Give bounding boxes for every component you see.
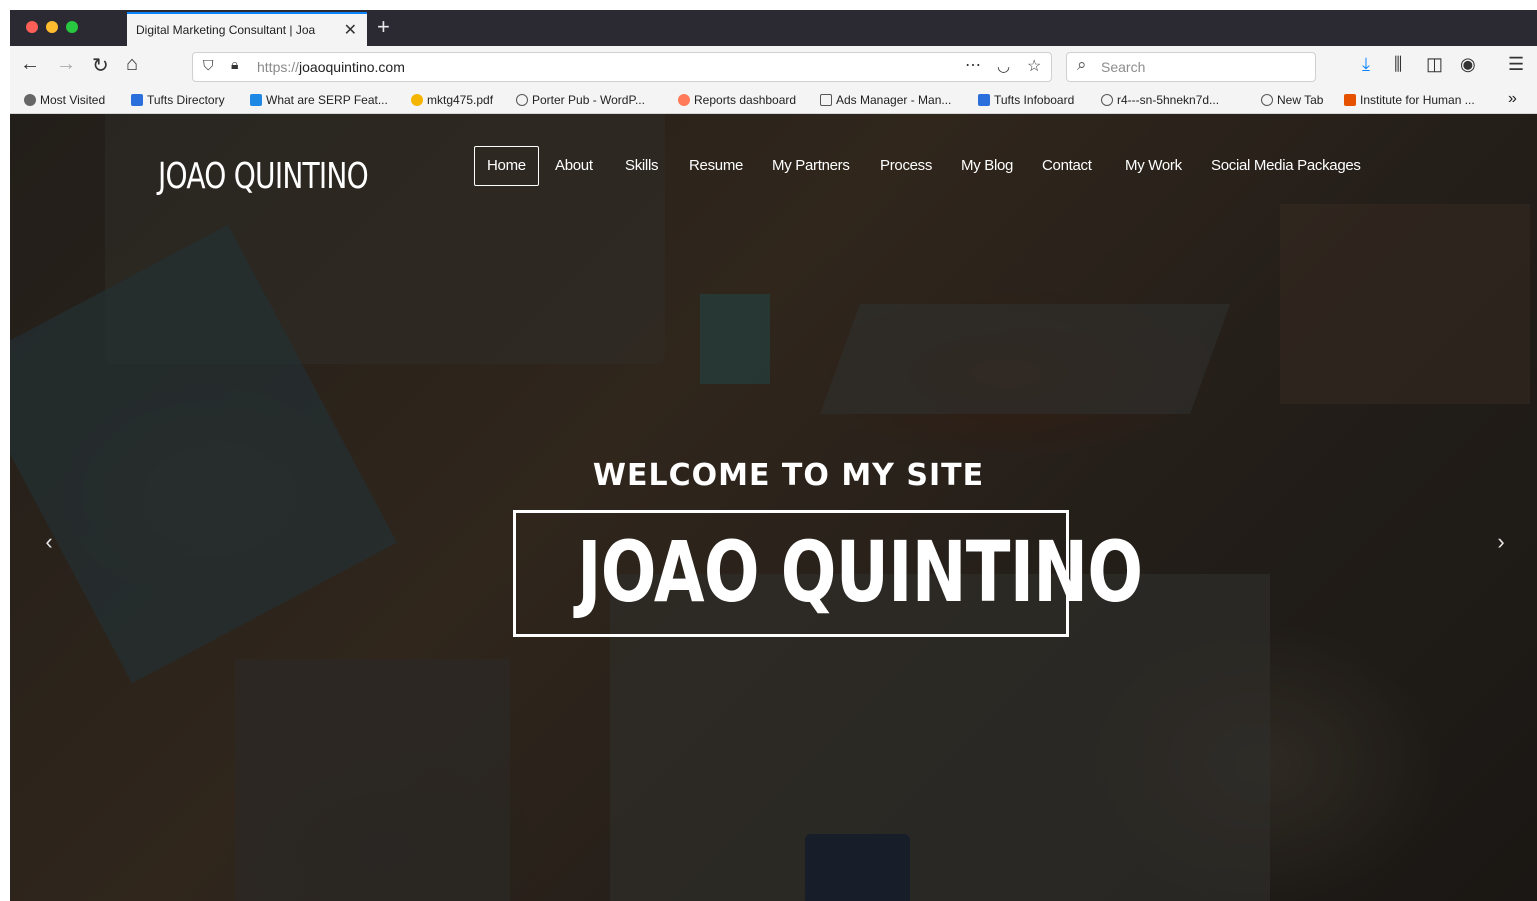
- forward-button[interactable]: →: [56, 53, 76, 76]
- bookmark-label: Ads Manager - Man...: [836, 93, 952, 107]
- pocket-icon[interactable]: ◡: [997, 57, 1010, 75]
- bookmark-label: Tufts Infoboard: [994, 93, 1075, 107]
- hero-kicker: WELCOME TO MY SITE: [592, 458, 985, 493]
- tufts-icon: [131, 94, 143, 106]
- globe-icon: [1261, 94, 1273, 106]
- bookmark-label: What are SERP Feat...: [266, 93, 388, 107]
- bookmark-item[interactable]: What are SERP Feat...: [250, 93, 388, 107]
- ads-icon: [820, 94, 832, 106]
- menu-item-my-blog[interactable]: My Blog: [949, 146, 1025, 186]
- hero-title-box: JOAO QUINTINO: [513, 510, 1143, 637]
- bookmark-label: Institute for Human ...: [1360, 93, 1475, 107]
- search-icon: ⌕: [1077, 55, 1087, 74]
- menu-item-my-work[interactable]: My Work: [1113, 146, 1194, 186]
- url-bar[interactable]: ⛉ 🔒︎ https://joaoquintino.com ⋯ ◡ ☆: [192, 52, 1052, 82]
- url-text[interactable]: https://joaoquintino.com: [257, 59, 405, 75]
- url-scheme: https://: [257, 59, 300, 75]
- bookmark-label: New Tab: [1277, 93, 1324, 107]
- bookmark-item[interactable]: r4---sn-5hnekn7d...: [1101, 93, 1219, 107]
- bookmark-label: Reports dashboard: [694, 93, 797, 107]
- library-icon[interactable]: ⫼: [1394, 54, 1402, 75]
- more-actions-icon[interactable]: ⋯: [965, 55, 981, 75]
- bookmark-label: Most Visited: [40, 93, 106, 107]
- bookmark-item[interactable]: Porter Pub - WordP...: [516, 93, 645, 107]
- close-icon[interactable]: ✕: [344, 20, 357, 40]
- site-logo[interactable]: JOAO QUINTINO: [158, 156, 369, 197]
- menu-item-skills[interactable]: Skills: [613, 146, 670, 186]
- bookmark-label: Porter Pub - WordP...: [532, 93, 645, 107]
- more-bookmarks-icon[interactable]: »: [1508, 90, 1517, 108]
- menu-item-resume[interactable]: Resume: [677, 146, 755, 186]
- bookmark-item[interactable]: New Tab: [1261, 93, 1323, 107]
- zoom-window-button[interactable]: [66, 21, 78, 33]
- search-input[interactable]: Search: [1101, 59, 1145, 75]
- bookmark-item[interactable]: Reports dashboard: [678, 93, 796, 107]
- slider-prev-button[interactable]: ‹: [34, 502, 64, 582]
- chevron-right-icon: ›: [1497, 529, 1505, 554]
- tab-strip: Digital Marketing Consultant | Joa ✕ +: [10, 10, 1537, 46]
- page-viewport: JOAO QUINTINO Home About Skills Resume M…: [10, 114, 1537, 901]
- bookmark-item[interactable]: Institute for Human ...: [1344, 93, 1475, 107]
- bookmark-item[interactable]: mktg475.pdf: [411, 93, 493, 107]
- bookmark-item[interactable]: Ads Manager - Man...: [820, 93, 951, 107]
- bookmarks-toolbar: Most Visited Tufts Directory What are SE…: [10, 88, 1537, 114]
- bookmark-star-icon[interactable]: ☆: [1027, 56, 1041, 76]
- site-icon: [250, 94, 262, 106]
- close-window-button[interactable]: [26, 21, 38, 33]
- account-icon[interactable]: ◉: [1460, 54, 1476, 75]
- hubspot-icon: [678, 94, 690, 106]
- ihmc-icon: [1344, 94, 1356, 106]
- navigation-toolbar: ← → ↻ ⌂ ⛉ 🔒︎ https://joaoquintino.com ⋯ …: [10, 46, 1537, 88]
- search-bar[interactable]: ⌕ Search: [1066, 52, 1316, 82]
- back-button[interactable]: ←: [20, 53, 40, 76]
- slider-next-button[interactable]: ›: [1486, 502, 1516, 582]
- menu-item-social-media-packages[interactable]: Social Media Packages: [1199, 146, 1373, 186]
- active-tab[interactable]: Digital Marketing Consultant | Joa ✕: [127, 12, 367, 46]
- url-host: joaoquintino.com: [299, 59, 405, 75]
- menu-item-contact[interactable]: Contact: [1030, 146, 1104, 186]
- downloads-icon[interactable]: ⤓: [1362, 54, 1370, 75]
- globe-icon: [516, 94, 528, 106]
- browser-window: Digital Marketing Consultant | Joa ✕ + ←…: [10, 10, 1537, 901]
- bookmark-item[interactable]: Tufts Infoboard: [978, 93, 1074, 107]
- home-icon[interactable]: ⌂: [126, 53, 138, 76]
- tab-title: Digital Marketing Consultant | Joa: [136, 23, 316, 37]
- shield-icon[interactable]: ⛉: [203, 57, 214, 74]
- menu-item-about[interactable]: About: [543, 146, 605, 186]
- bookmark-item[interactable]: Tufts Directory: [131, 93, 225, 107]
- dark-overlay: [10, 114, 1537, 901]
- gear-icon: [24, 94, 36, 106]
- tufts-icon: [978, 94, 990, 106]
- reload-button[interactable]: ↻: [92, 53, 109, 78]
- bookmark-label: mktg475.pdf: [427, 93, 494, 107]
- menu-icon[interactable]: ☰: [1508, 54, 1524, 75]
- chevron-left-icon: ‹: [45, 529, 53, 554]
- hero-title: JOAO QUINTINO: [577, 523, 1143, 621]
- menu-item-process[interactable]: Process: [868, 146, 944, 186]
- sidebar-icon[interactable]: ◫: [1426, 54, 1443, 75]
- menu-item-home[interactable]: Home: [474, 146, 539, 186]
- bookmark-item[interactable]: Most Visited: [24, 93, 105, 107]
- bookmark-label: Tufts Directory: [147, 93, 225, 107]
- menu-item-my-partners[interactable]: My Partners: [760, 146, 862, 186]
- lock-icon[interactable]: 🔒︎: [231, 56, 238, 73]
- pdf-icon: [411, 94, 423, 106]
- bookmark-label: r4---sn-5hnekn7d...: [1117, 93, 1220, 107]
- new-tab-button[interactable]: +: [377, 14, 390, 40]
- globe-icon: [1101, 94, 1113, 106]
- minimize-window-button[interactable]: [46, 21, 58, 33]
